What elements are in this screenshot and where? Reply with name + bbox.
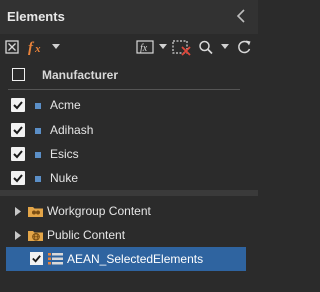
tree-node-workgroup-content[interactable]: Workgroup Content (0, 199, 258, 223)
member-bullet-icon (35, 128, 41, 134)
checkmark-icon (13, 150, 23, 159)
search-icon[interactable] (198, 38, 214, 56)
expand-arrow-icon[interactable] (14, 207, 22, 216)
manufacturer-filter-list: Manufacturer Acme Adihash Esics Nuke (0, 60, 258, 190)
member-bullet-icon (35, 152, 41, 158)
list-item[interactable]: Nuke (0, 166, 240, 190)
tree-node-label: AEAN_SelectedElements (67, 252, 204, 266)
expand-arrow-icon[interactable] (14, 231, 22, 240)
caret-down-icon[interactable] (221, 42, 229, 50)
item-label: Esics (50, 147, 79, 161)
item-label: Acme (50, 98, 81, 112)
tree-node-label: Workgroup Content (47, 204, 151, 218)
formula-fx-icon[interactable]: f x (27, 38, 47, 56)
list-item[interactable]: Adihash (0, 118, 240, 142)
list-header: Manufacturer (0, 60, 240, 88)
item-checkbox[interactable] (11, 147, 25, 161)
item-label: Nuke (50, 171, 79, 185)
tree-node-checkbox[interactable] (30, 252, 43, 265)
checkmark-icon (13, 174, 23, 183)
workgroup-folder-icon (28, 207, 43, 217)
caret-down-icon[interactable] (159, 42, 167, 50)
refresh-icon[interactable] (236, 38, 252, 56)
column-header-manufacturer: Manufacturer (42, 68, 119, 82)
remove-filter-icon[interactable] (172, 38, 192, 56)
elements-panel: Elements f x fx Manufacturer Acme Adihas… (0, 0, 258, 292)
item-checkbox[interactable] (11, 171, 25, 185)
panel-header: Elements (0, 0, 258, 34)
tree-node-label: Public Content (47, 228, 126, 242)
panel-title: Elements (7, 9, 65, 24)
header-separator (8, 89, 240, 90)
member-bullet-icon (35, 103, 41, 109)
item-checkbox[interactable] (11, 98, 25, 112)
chevron-left-icon[interactable] (234, 7, 248, 25)
svg-text:x: x (34, 43, 41, 55)
selected-elements-list-icon (48, 253, 63, 265)
elements-toolbar: f x fx (0, 34, 258, 60)
member-bullet-icon (35, 176, 41, 182)
checkmark-icon (13, 126, 23, 135)
clear-selection-icon[interactable] (4, 38, 20, 56)
public-globe-icon (28, 231, 43, 241)
checkmark-icon (32, 255, 41, 263)
caret-down-icon[interactable] (52, 42, 60, 50)
tree-node-aean-selected-elements[interactable]: AEAN_SelectedElements (6, 247, 246, 271)
item-label: Adihash (50, 123, 94, 137)
svg-text:f: f (28, 40, 35, 56)
list-item[interactable]: Acme (0, 93, 240, 117)
select-all-checkbox[interactable] (12, 68, 25, 81)
tree-node-public-content[interactable]: Public Content (0, 223, 258, 247)
list-item[interactable]: Esics (0, 142, 240, 166)
content-tree: Workgroup Content Public Content AEAN_Se… (0, 196, 258, 292)
svg-text:fx: fx (140, 43, 148, 54)
formula-box-icon[interactable]: fx (136, 38, 156, 56)
checkmark-icon (13, 101, 23, 110)
item-checkbox[interactable] (11, 123, 25, 137)
